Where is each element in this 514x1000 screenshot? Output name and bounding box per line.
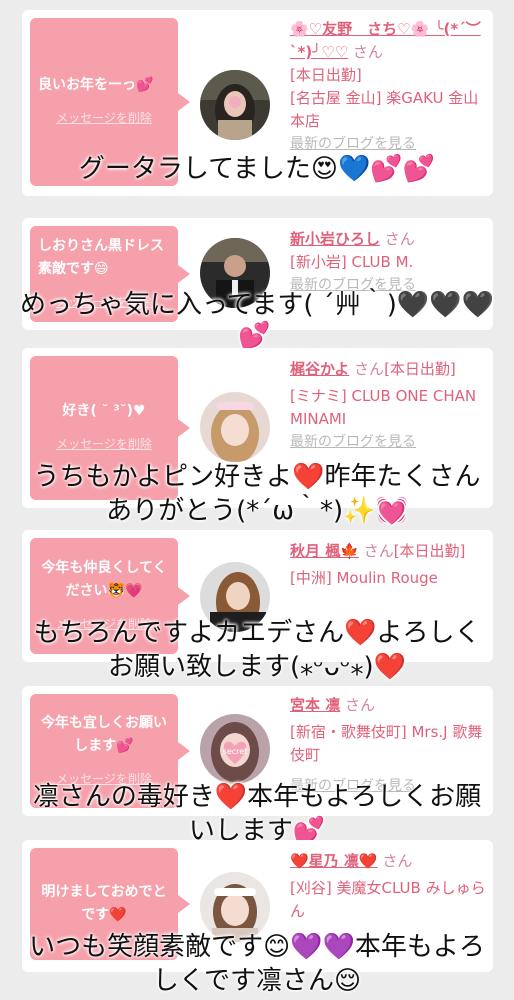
user-info: 秋月 楓🍁 さん[本日出勤] [中洲] Moulin Rouge (290, 540, 488, 590)
store-link[interactable]: [新宿・歌舞伎町] Mrs.J 歌舞伎町 (290, 721, 488, 767)
overlay-line: めっちゃ気に入ってます( ´艸｀)🖤🖤🖤 (19, 290, 495, 320)
overlay-line: グータラしてました😍💙💕💕 (78, 154, 436, 184)
user-name-link[interactable]: 宮本 凛 (290, 696, 340, 714)
message-text: 良いお年をーっ💕 (38, 77, 154, 93)
overlay-line: いつも笑顔素敵です😊💜💜本年もよろ (29, 932, 485, 962)
store-link[interactable]: [ミナミ] CLUB ONE CHAN MINAMI (290, 385, 488, 431)
overlay-comment: うちもかよピン好きよ❤️昨年たくさん ありがとう(*´ω｀*)✨💓 (0, 460, 514, 528)
avatar[interactable] (200, 70, 270, 140)
user-info: ❤️星乃 凛❤️ さん [刈谷] 美魔女CLUB みしゅらん (290, 850, 488, 923)
store-link[interactable]: [中洲] Moulin Rouge (290, 567, 488, 590)
overlay-comment: 凛さんの毒好き❤️本年もよろしくお願 いします💕 (0, 780, 514, 848)
user-name-link[interactable]: 梶谷かよ (290, 360, 349, 378)
delete-message-link[interactable]: メッセージを削除 (38, 433, 170, 456)
overlay-comment: もちろんですよカエデさん❤️よろしく お願い致します(⁎ᵕᴗᵕ⁎)❤️ (0, 616, 514, 684)
shift-status: [本日出勤] (393, 542, 466, 560)
blog-link[interactable]: 最新のブログを見る (290, 431, 488, 454)
honorific: さん (363, 542, 394, 560)
user-name-link[interactable]: ❤️星乃 凛❤️ (290, 852, 378, 870)
user-name-link[interactable]: 🌸♡友野 さち♡🌸 ╰(*´︶`*)╯♡♡ (290, 20, 481, 61)
user-name-link[interactable]: 新小岩ひろし (290, 230, 380, 248)
overlay-line: うちもかよピン好きよ❤️昨年たくさん (33, 462, 481, 492)
user-info: 新小岩ひろし さん [新小岩] CLUB M. 最新のブログを見る (290, 228, 488, 297)
svg-text:secret: secret (223, 747, 248, 756)
store-link[interactable]: [名古屋 金山] 楽GAKU 金山本店 (290, 87, 488, 133)
honorific: さん (382, 852, 413, 870)
message-text: 明けましておめでとです❤️ (41, 884, 167, 923)
message-text: しおりさん黒ドレス素敵です😄 (38, 237, 164, 277)
overlay-comment: いつも笑顔素敵です😊💜💜本年もよろ しくです凛さん😌 (0, 930, 514, 998)
user-info: 🌸♡友野 さち♡🌸 ╰(*´︶`*)╯♡♡ さん [本日出勤] [名古屋 金山]… (290, 18, 488, 156)
overlay-line: ありがとう(*´ω｀*)✨💓 (106, 496, 408, 526)
user-name-link[interactable]: 秋月 楓🍁 (290, 542, 359, 560)
overlay-comment: グータラしてました😍💙💕💕 (0, 152, 514, 186)
message-text: 好き( ˘ ³˘)♥ (62, 403, 146, 419)
avatar[interactable] (200, 392, 270, 462)
overlay-line: 凛さんの毒好き❤️本年もよろしくお願 (32, 782, 482, 812)
overlay-comment: めっちゃ気に入ってます( ´艸｀)🖤🖤🖤 💕 (0, 288, 514, 350)
avatar[interactable]: secret (200, 714, 270, 784)
shift-status: [本日出勤] (384, 360, 456, 378)
user-info: 梶谷かよ さん[本日出勤] [ミナミ] CLUB ONE CHAN MINAMI… (290, 358, 488, 454)
message-text: 今年も宜しくお願いします💕 (41, 714, 167, 754)
overlay-line: しくです凛さん😌 (152, 966, 362, 996)
overlay-line: 💕 (238, 321, 271, 351)
store-link[interactable]: [刈谷] 美魔女CLUB みしゅらん (290, 877, 488, 923)
store-link[interactable]: [新小岩] CLUB M. (290, 251, 488, 274)
message-text: 今年も仲良くしてください🐯💗 (41, 559, 167, 599)
honorific: さん (352, 43, 383, 61)
honorific: さん (354, 360, 385, 378)
shift-status: [本日出勤] (290, 66, 362, 84)
honorific: さん (384, 230, 415, 248)
overlay-line: お願い致します(⁎ᵕᴗᵕ⁎)❤️ (107, 652, 407, 682)
honorific: さん (345, 696, 376, 714)
delete-message-link[interactable]: メッセージを削除 (38, 107, 170, 130)
overlay-line: もちろんですよカエデさん❤️よろしく (33, 618, 481, 648)
